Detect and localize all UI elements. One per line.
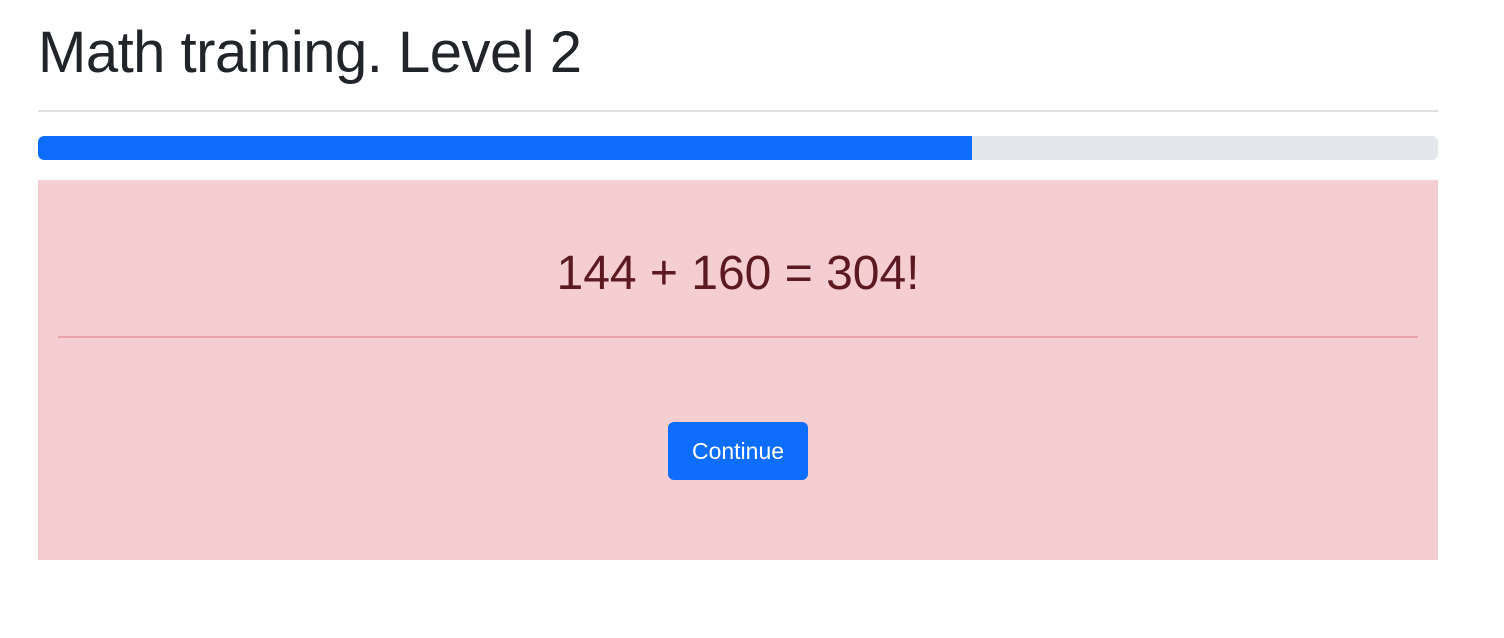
page-title: Math training. Level 2 xyxy=(38,20,582,85)
main-container: Math training. Level 2 144 + 160 = 304! … xyxy=(38,0,1438,560)
progress-bar xyxy=(38,136,1438,160)
alert-divider xyxy=(58,336,1418,338)
header-divider xyxy=(38,110,1438,112)
progress-bar-fill xyxy=(38,136,972,160)
result-alert: 144 + 160 = 304! Continue xyxy=(38,180,1438,560)
result-equation: 144 + 160 = 304! xyxy=(556,247,920,300)
continue-button[interactable]: Continue xyxy=(668,422,808,480)
